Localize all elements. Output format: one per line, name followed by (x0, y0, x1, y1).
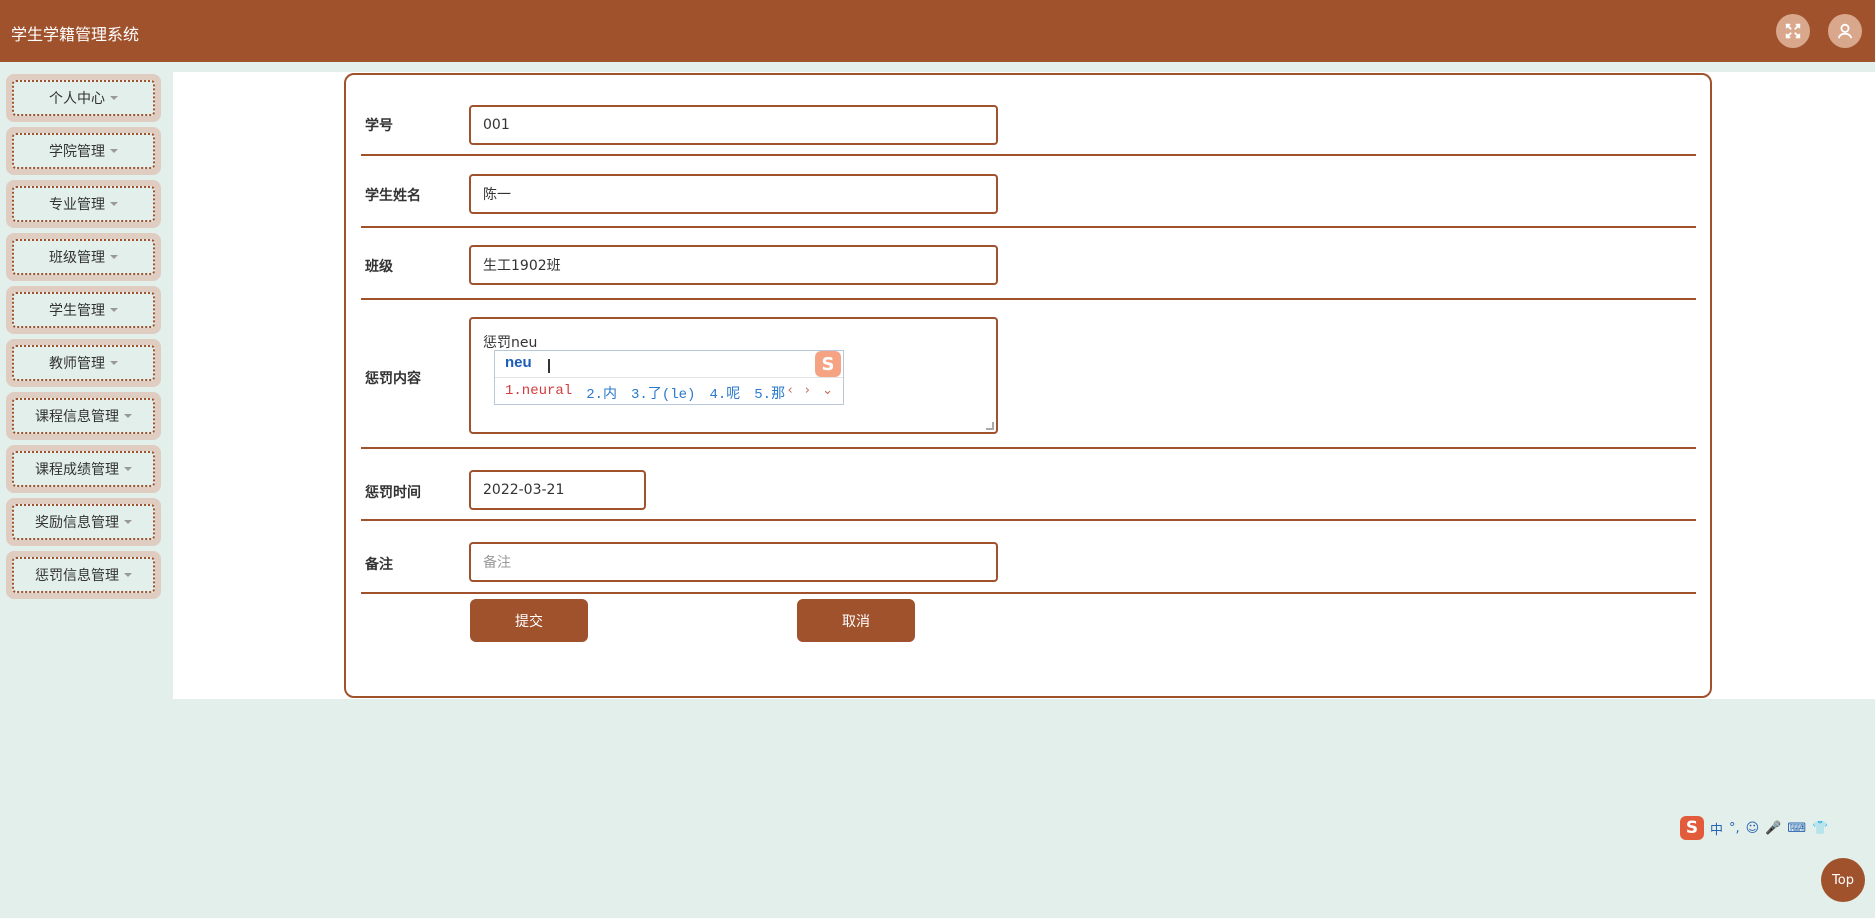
student-id-input[interactable]: 001 (469, 105, 998, 145)
sidebar-item-class[interactable]: 班级管理 (6, 233, 161, 281)
sidebar-item-course-grades[interactable]: 课程成绩管理 (6, 445, 161, 493)
sidebar-item-teacher[interactable]: 教师管理 (6, 339, 161, 387)
caret-down-icon (110, 361, 118, 365)
ime-voice-icon[interactable]: 🎤 (1765, 821, 1781, 836)
fullscreen-button[interactable] (1776, 14, 1810, 48)
student-name-input[interactable]: 陈一 (469, 174, 998, 214)
form-row-student-id: 学号 001 (361, 75, 1696, 156)
sidebar-item-label: 个人中心 (49, 91, 105, 107)
remark-input[interactable]: 备注 (469, 542, 998, 582)
ime-composition: neu (505, 354, 532, 371)
punishment-content-value: 惩罚neu (483, 335, 538, 351)
ime-candidate[interactable]: 2.内 (586, 383, 617, 403)
punishment-content-label: 惩罚内容 (365, 371, 421, 387)
sogou-logo-icon: S (815, 351, 841, 377)
sidebar-item-personal-center[interactable]: 个人中心 (6, 74, 161, 122)
sogou-logo-icon[interactable]: S (1680, 816, 1704, 840)
text-cursor-icon (548, 359, 550, 373)
ime-punctuation-icon[interactable]: °, (1729, 821, 1740, 836)
sidebar-item-major[interactable]: 专业管理 (6, 180, 161, 228)
user-button[interactable] (1828, 14, 1862, 48)
punishment-time-input[interactable]: 2022-03-21 (469, 470, 646, 510)
user-icon (1837, 23, 1853, 39)
sidebar-item-label: 教师管理 (49, 356, 105, 372)
submit-button[interactable]: 提交 (470, 599, 588, 642)
sidebar-item-label: 班级管理 (49, 250, 105, 266)
caret-down-icon (124, 573, 132, 577)
sidebar-item-label: 学生管理 (49, 303, 105, 319)
ime-candidate[interactable]: 3.了(le) (631, 383, 695, 403)
top-bar: 学生学籍管理系统 (0, 0, 1875, 62)
student-id-label: 学号 (365, 118, 393, 134)
ime-emoji-icon[interactable]: ☺ (1746, 821, 1760, 836)
punishment-time-label: 惩罚时间 (365, 485, 421, 501)
caret-down-icon (124, 467, 132, 471)
sidebar-item-label: 课程成绩管理 (35, 462, 119, 478)
sidebar-item-student[interactable]: 学生管理 (6, 286, 161, 334)
caret-down-icon (124, 414, 132, 418)
class-input[interactable]: 生工1902班 (469, 245, 998, 285)
form-row-remark: 备注 备注 (361, 523, 1696, 594)
cancel-button[interactable]: 取消 (797, 599, 915, 642)
student-name-label: 学生姓名 (365, 188, 421, 204)
sidebar: 个人中心 学院管理 专业管理 班级管理 学生管理 教师管理 课程信息管理 课程成… (6, 74, 161, 604)
caret-down-icon (110, 255, 118, 259)
ime-candidate-popup: neu S 1.neural 2.内 3.了(le) 4.呢 5.那 ‹ › ⌄ (494, 350, 844, 405)
caret-down-icon (110, 202, 118, 206)
caret-down-icon (124, 520, 132, 524)
ime-keyboard-icon[interactable]: ⌨ (1787, 821, 1806, 836)
back-to-top-button[interactable]: Top (1821, 858, 1865, 902)
sidebar-item-label: 课程信息管理 (35, 409, 119, 425)
sidebar-item-label: 奖励信息管理 (35, 515, 119, 531)
ime-candidates: 1.neural 2.内 3.了(le) 4.呢 5.那 (505, 383, 785, 403)
caret-down-icon (110, 96, 118, 100)
class-label: 班级 (365, 259, 393, 275)
resize-handle-icon[interactable] (986, 422, 994, 430)
app-title: 学生学籍管理系统 (11, 25, 140, 44)
sidebar-item-label: 专业管理 (49, 197, 105, 213)
caret-down-icon (110, 149, 118, 153)
form-row-punishment-time: 惩罚时间 2022-03-21 (361, 451, 1696, 521)
ime-divider (495, 377, 843, 378)
form-row-class: 班级 生工1902班 (361, 230, 1696, 300)
sidebar-item-rewards[interactable]: 奖励信息管理 (6, 498, 161, 546)
caret-down-icon (110, 308, 118, 312)
sidebar-item-college[interactable]: 学院管理 (6, 127, 161, 175)
form-row-student-name: 学生姓名 陈一 (361, 158, 1696, 228)
ime-candidate[interactable]: 5.那 (754, 383, 785, 403)
ime-candidate[interactable]: 4.呢 (709, 383, 740, 403)
ime-toolbar: S 中 °, ☺ 🎤 ⌨ 👕 (1680, 815, 1875, 841)
ime-candidate[interactable]: 1.neural (505, 383, 572, 403)
sidebar-item-course-info[interactable]: 课程信息管理 (6, 392, 161, 440)
ime-chinese-mode[interactable]: 中 (1710, 819, 1723, 838)
sidebar-item-label: 惩罚信息管理 (35, 568, 119, 584)
ime-skin-icon[interactable]: 👕 (1812, 821, 1828, 836)
remark-label: 备注 (365, 557, 393, 573)
ime-page-nav[interactable]: ‹ › ⌄ (787, 383, 837, 398)
fullscreen-icon (1785, 23, 1801, 39)
sidebar-item-label: 学院管理 (49, 144, 105, 160)
sidebar-item-punishments[interactable]: 惩罚信息管理 (6, 551, 161, 599)
